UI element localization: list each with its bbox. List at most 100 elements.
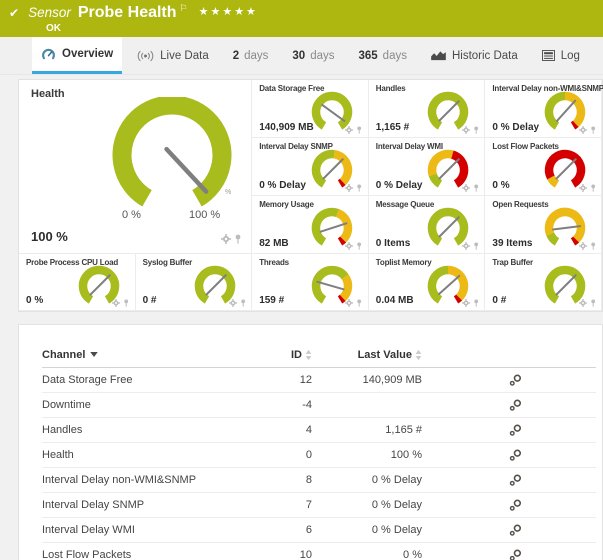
pin-icon[interactable] (356, 184, 362, 192)
tab-historic-data[interactable]: Historic Data (422, 37, 527, 74)
channel-settings-icon[interactable] (509, 424, 522, 437)
channel-name-cell[interactable]: Health (42, 449, 247, 461)
priority-flag-icon[interactable]: ⚐ (180, 4, 188, 14)
table-row[interactable]: Interval Delay non-WMI&SNMP80 % Delay (42, 468, 596, 493)
column-header-channel[interactable]: Channel (42, 349, 247, 361)
gauge-tile-threads[interactable]: Threads159 # (252, 254, 369, 311)
channel-last-value-cell: 1,165 # (312, 424, 422, 436)
channel-name-cell[interactable]: Interval Delay WMI (42, 524, 247, 536)
channel-name-cell[interactable]: Handles (42, 424, 247, 436)
table-row[interactable]: Handles41,165 # (42, 418, 596, 443)
channel-edit-cell[interactable] (500, 524, 530, 537)
table-row[interactable]: Interval Delay WMI60 % Delay (42, 518, 596, 543)
gauge-tile-open-requests[interactable]: Open Requests39 Items (485, 196, 602, 254)
sort-icon[interactable] (305, 350, 312, 360)
channel-edit-cell[interactable] (500, 424, 530, 437)
channel-settings-icon[interactable] (509, 524, 522, 537)
pin-icon[interactable] (123, 299, 129, 307)
gauge-needle (556, 275, 575, 294)
channel-settings-icon[interactable] (509, 449, 522, 462)
pin-icon[interactable] (473, 299, 479, 307)
channel-settings-icon[interactable] (509, 474, 522, 487)
table-row[interactable]: Data Storage Free12140,909 MB (42, 368, 596, 393)
gear-icon[interactable] (579, 299, 587, 307)
gauge-tile-interval-delay-snmp[interactable]: Interval Delay SNMP0 % Delay (252, 138, 369, 196)
tab-log[interactable]: Log (533, 37, 589, 74)
sort-desc-icon[interactable] (90, 352, 98, 357)
pin-icon[interactable] (473, 242, 479, 250)
channel-edit-cell[interactable] (500, 499, 530, 512)
pin-icon[interactable] (473, 126, 479, 134)
tab-live-data[interactable]: Live Data (128, 37, 218, 74)
channel-edit-cell[interactable] (500, 549, 530, 560)
priority-stars[interactable]: ★★★★★ (199, 6, 258, 18)
gear-icon[interactable] (345, 242, 353, 250)
gauge-tile-memory-usage[interactable]: Memory Usage82 MB (252, 196, 369, 254)
tab-2-days[interactable]: 2days (224, 37, 278, 74)
gear-icon[interactable] (462, 126, 470, 134)
channel-edit-cell[interactable] (500, 374, 530, 387)
gauge-tile-data-storage-free[interactable]: Data Storage Free140,909 MB (252, 80, 369, 138)
tile-actions (579, 299, 596, 307)
gear-icon[interactable] (462, 299, 470, 307)
channel-settings-icon[interactable] (509, 399, 522, 412)
gear-icon[interactable] (221, 234, 231, 244)
gauge-tile-syslog-buffer[interactable]: Syslog Buffer0 # (136, 254, 253, 311)
content-area: Health0 %100 %%100 %Data Storage Free140… (0, 76, 603, 560)
pin-icon[interactable] (356, 126, 362, 134)
channel-settings-icon[interactable] (509, 499, 522, 512)
pin-icon[interactable] (473, 184, 479, 192)
gear-icon[interactable] (462, 184, 470, 192)
tab-30-days[interactable]: 30days (283, 37, 343, 74)
gauge-tile-interval-delay-wmi[interactable]: Interval Delay WMI0 % Delay (369, 138, 486, 196)
gear-icon[interactable] (462, 242, 470, 250)
channel-edit-cell[interactable] (500, 474, 530, 487)
gauge-tile-lost-flow-packets[interactable]: Lost Flow Packets0 % (485, 138, 602, 196)
channel-name-cell[interactable]: Downtime (42, 399, 247, 411)
channel-name-cell[interactable]: Interval Delay SNMP (42, 499, 247, 511)
gear-icon[interactable] (345, 299, 353, 307)
table-row[interactable]: Interval Delay SNMP70 % Delay (42, 493, 596, 518)
channel-name-cell[interactable]: Interval Delay non-WMI&SNMP (42, 474, 247, 486)
gear-icon[interactable] (579, 242, 587, 250)
gauge-tile-trap-buffer[interactable]: Trap Buffer0 # (485, 254, 602, 311)
pin-icon[interactable] (356, 242, 362, 250)
pin-icon[interactable] (240, 299, 246, 307)
sort-icon[interactable] (415, 350, 422, 360)
pin-icon[interactable] (590, 242, 596, 250)
table-row[interactable]: Health0100 % (42, 443, 596, 468)
channel-settings-icon[interactable] (509, 374, 522, 387)
tab-day-label: days (244, 50, 268, 62)
gear-icon[interactable] (345, 184, 353, 192)
tile-actions (221, 234, 242, 244)
column-header-last-value[interactable]: Last Value (312, 349, 422, 361)
gauge-tile-interval-delay-non-wmi-snmp[interactable]: Interval Delay non-WMI&SNMP0 % Delay (485, 80, 602, 138)
gauge-value: 39 Items (492, 238, 532, 249)
gear-icon[interactable] (112, 299, 120, 307)
gauge-tile-health[interactable]: Health0 %100 %%100 % (19, 80, 252, 254)
pin-icon[interactable] (234, 234, 242, 244)
gauge-tile-message-queue[interactable]: Message Queue0 Items (369, 196, 486, 254)
tile-actions (345, 184, 362, 192)
gear-icon[interactable] (345, 126, 353, 134)
channel-edit-cell[interactable] (500, 399, 530, 412)
channel-settings-icon[interactable] (509, 549, 522, 560)
channel-name-cell[interactable]: Data Storage Free (42, 374, 247, 386)
gauge-tile-probe-process-cpu-load[interactable]: Probe Process CPU Load0 % (19, 254, 136, 311)
tab-overview[interactable]: Overview (32, 37, 122, 74)
table-row[interactable]: Downtime-4 (42, 393, 596, 418)
column-header-id[interactable]: ID (247, 349, 312, 361)
gear-icon[interactable] (579, 126, 587, 134)
pin-icon[interactable] (590, 126, 596, 134)
gear-icon[interactable] (229, 299, 237, 307)
tab-365-days[interactable]: 365days (349, 37, 415, 74)
pin-icon[interactable] (356, 299, 362, 307)
pin-icon[interactable] (590, 184, 596, 192)
gauge-tile-toplist-memory[interactable]: Toplist Memory0.04 MB (369, 254, 486, 311)
gear-icon[interactable] (579, 184, 587, 192)
channel-edit-cell[interactable] (500, 449, 530, 462)
channel-name-cell[interactable]: Lost Flow Packets (42, 549, 247, 560)
table-row[interactable]: Lost Flow Packets100 % (42, 543, 596, 560)
gauge-tile-handles[interactable]: Handles1,165 # (369, 80, 486, 138)
pin-icon[interactable] (590, 299, 596, 307)
